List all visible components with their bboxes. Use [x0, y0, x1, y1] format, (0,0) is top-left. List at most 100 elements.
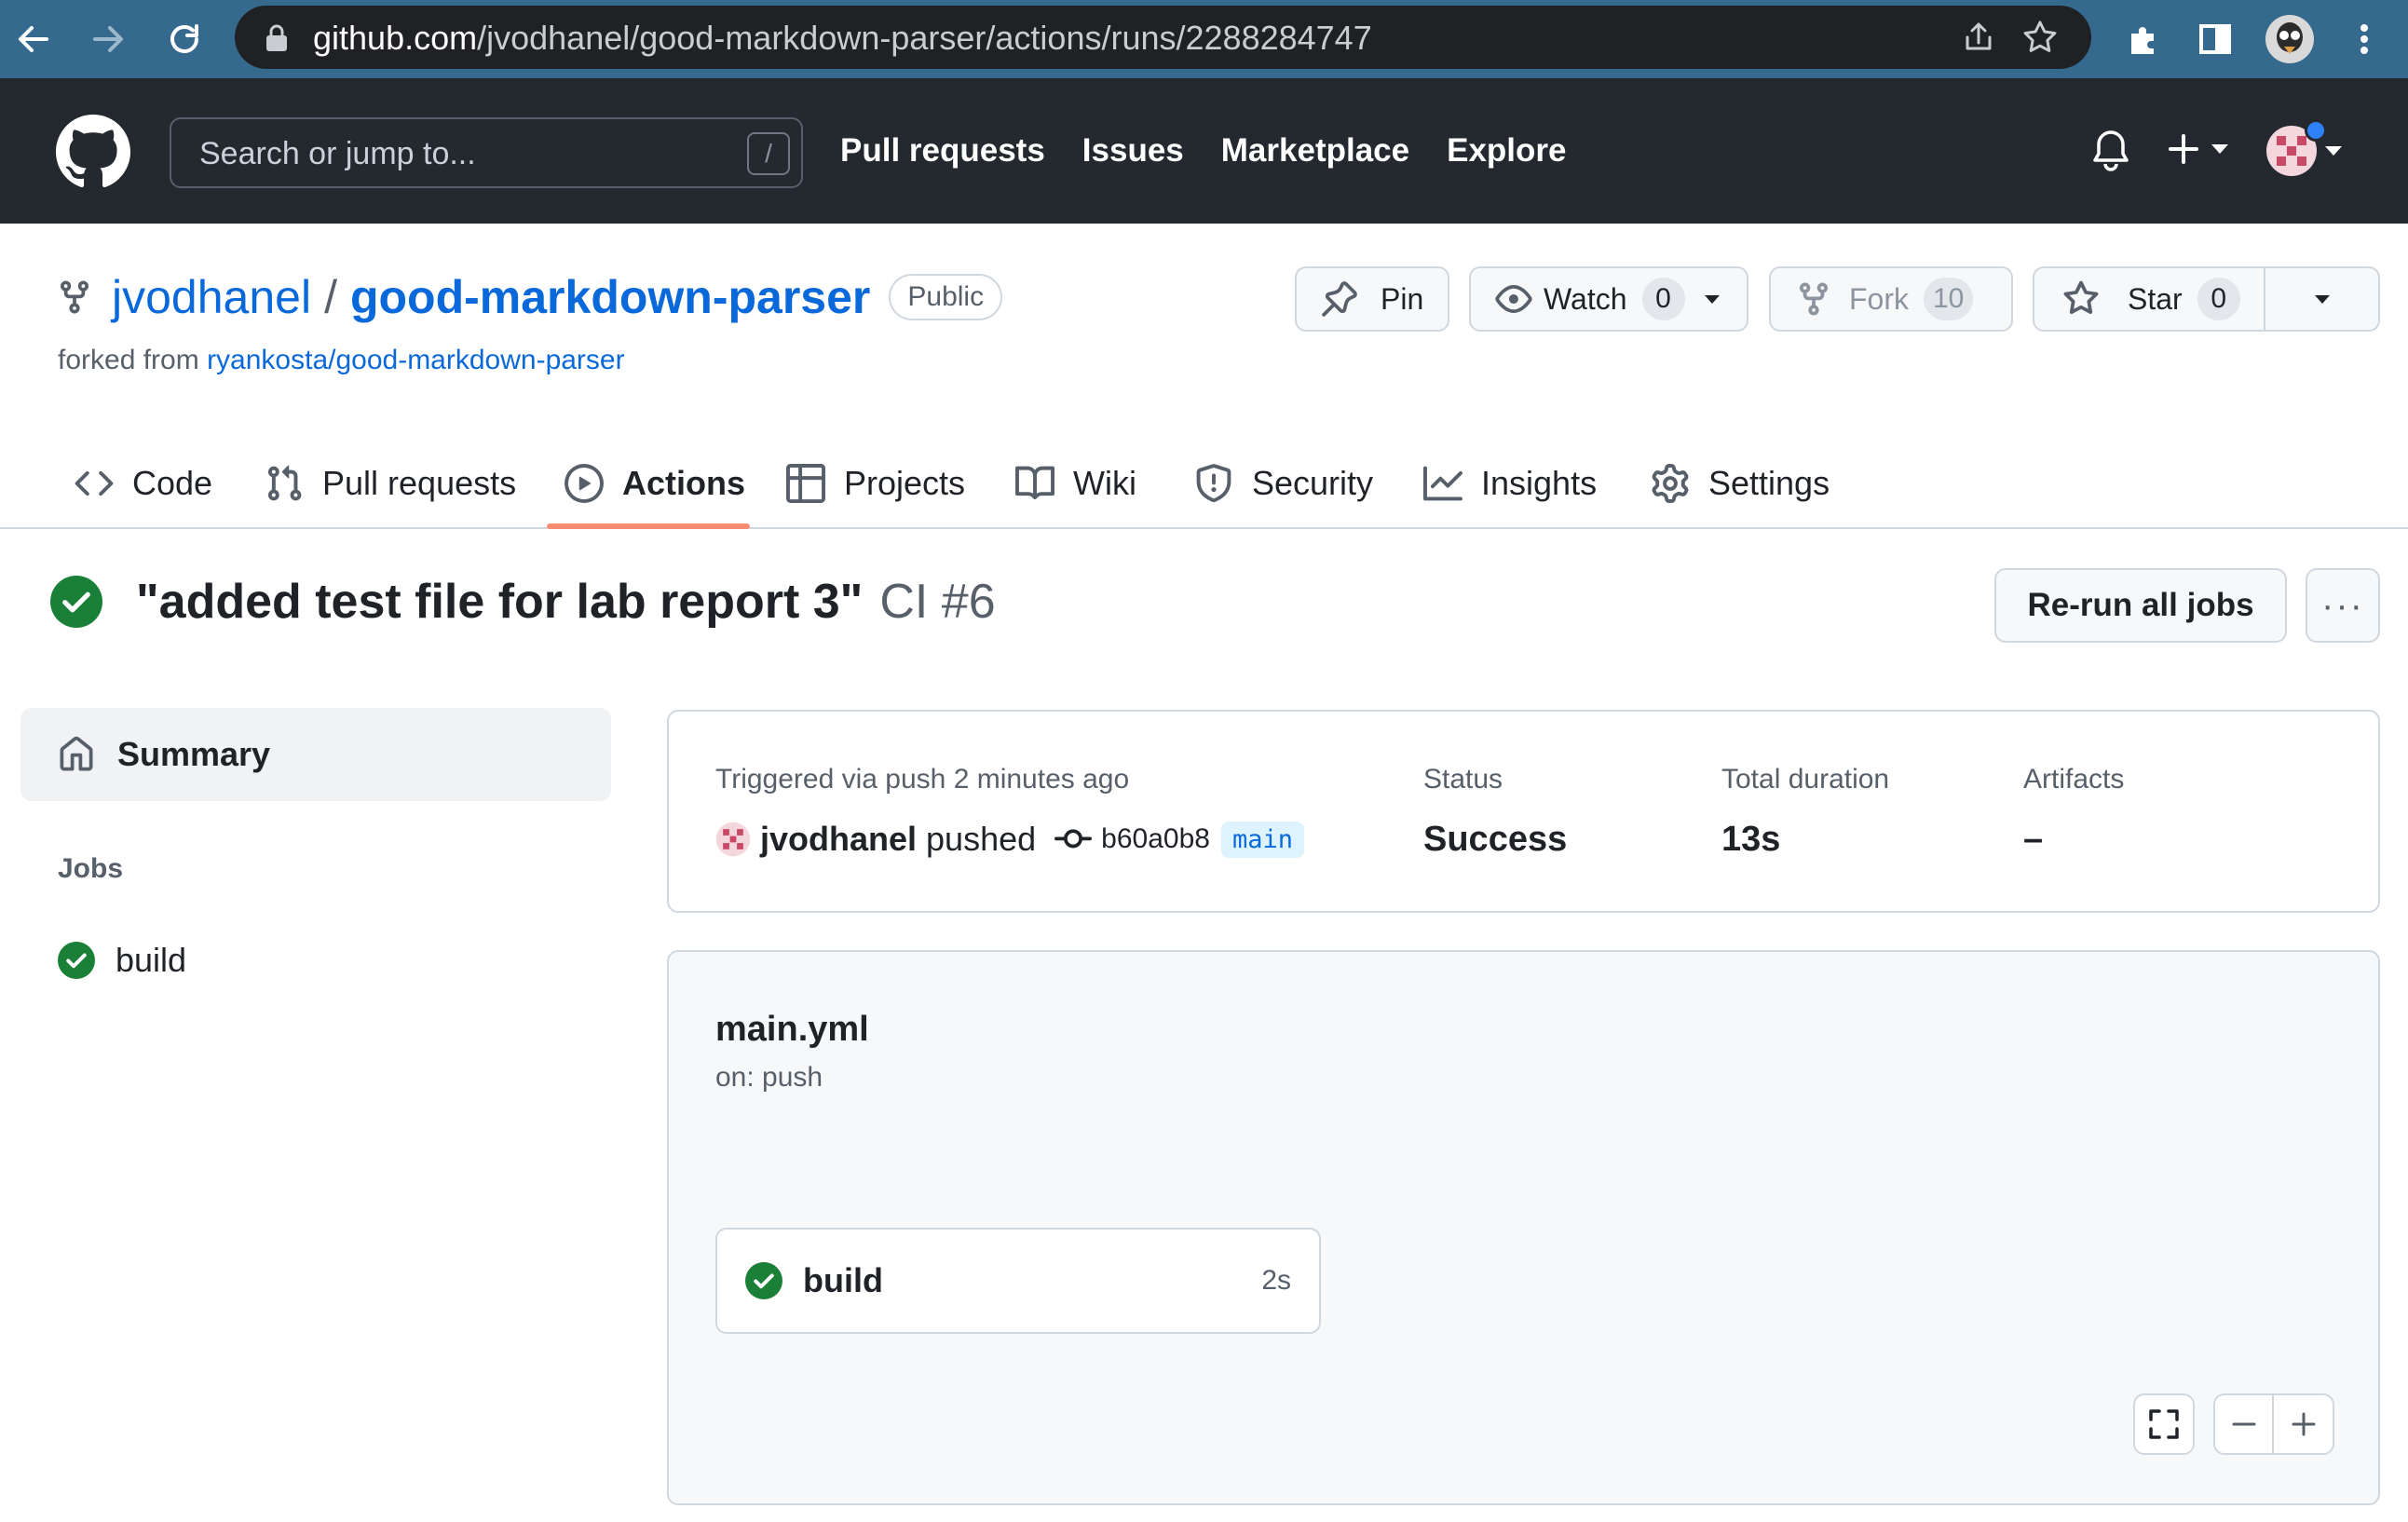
book-icon	[1015, 466, 1054, 500]
star-list-dropdown[interactable]	[2265, 268, 2378, 330]
fork-label: Fork	[1849, 281, 1909, 316]
repo-name-link[interactable]: good-markdown-parser	[350, 270, 870, 324]
forked-from-link[interactable]: ryankosta/good-markdown-parser	[207, 345, 625, 375]
visibility-badge: Public	[889, 274, 1003, 320]
watch-count: 0	[1641, 278, 1685, 320]
repo-path-separator: /	[324, 271, 337, 323]
zoom-out-button[interactable]	[2215, 1395, 2275, 1453]
create-new-menu[interactable]	[2167, 132, 2230, 166]
reload-icon[interactable]	[158, 13, 211, 65]
home-icon	[60, 736, 93, 771]
caret-down-icon	[2314, 295, 2330, 304]
duration-value: 13s	[1721, 820, 1781, 859]
actor-avatar	[715, 822, 751, 857]
shield-icon	[1196, 464, 1231, 503]
graph-job-build[interactable]: build 2s	[715, 1228, 1321, 1334]
fork-button[interactable]: Fork 10	[1769, 266, 2013, 332]
bookmark-star-icon[interactable]	[2021, 19, 2059, 56]
github-header: Search or jump to... / Pull requests Iss…	[0, 78, 2408, 224]
profile-avatar-icon[interactable]	[2264, 13, 2316, 65]
github-logo-icon[interactable]	[56, 115, 130, 189]
back-arrow-icon[interactable]	[7, 13, 60, 65]
url-host: github.com	[313, 19, 478, 57]
nav-marketplace[interactable]: Marketplace	[1221, 132, 1409, 170]
pin-button[interactable]: Pin	[1295, 266, 1449, 332]
side-panel-icon[interactable]	[2189, 13, 2241, 65]
table-icon	[786, 464, 825, 503]
jobs-heading: Jobs	[58, 853, 124, 884]
forked-from-label: forked from	[58, 345, 199, 375]
share-icon[interactable]	[1960, 19, 1997, 56]
nav-issues[interactable]: Issues	[1082, 132, 1184, 170]
sidebar-summary-link[interactable]: Summary	[20, 708, 611, 801]
tab-insights[interactable]: Insights	[1423, 438, 1597, 529]
check-circle-fill-icon	[50, 576, 102, 628]
summary-label: Summary	[117, 735, 271, 773]
workflow-trigger: on: push	[715, 1062, 823, 1093]
nav-explore[interactable]: Explore	[1447, 132, 1566, 170]
tab-security[interactable]: Security	[1194, 438, 1373, 529]
branch-chip[interactable]: main	[1220, 821, 1304, 858]
extensions-icon[interactable]	[2116, 13, 2169, 65]
actor-link[interactable]: jvodhanel	[760, 820, 917, 859]
fork-icon	[1800, 282, 1828, 316]
tab-security-label: Security	[1252, 464, 1374, 502]
repo-tabs: Code Pull requests Actions Projects Wiki…	[0, 438, 2408, 529]
run-workflow-label: CI #6	[879, 575, 996, 629]
repo-title: jvodhanel / good-markdown-parser Public	[56, 270, 1003, 324]
rerun-all-jobs-button[interactable]: Re-run all jobs	[1994, 568, 2287, 643]
nav-pull-requests[interactable]: Pull requests	[840, 132, 1045, 170]
more-options-button[interactable]: ···	[2306, 568, 2380, 643]
sidebar-job-build[interactable]: build	[58, 941, 186, 980]
tab-code-label: Code	[132, 464, 213, 502]
tab-wiki[interactable]: Wiki	[1015, 438, 1136, 529]
notifications-bell-icon[interactable]	[2091, 129, 2130, 173]
user-menu[interactable]	[2265, 119, 2344, 177]
selected-tab-indicator	[547, 523, 750, 529]
pin-icon	[1322, 281, 1357, 317]
search-shortcut-key: /	[747, 132, 790, 175]
trigger-text: Triggered via push 2 minutes ago	[715, 764, 1130, 795]
star-icon	[2063, 280, 2099, 315]
minus-icon	[2232, 1422, 2255, 1426]
commit-sha-link[interactable]: b60a0b8	[1101, 823, 1210, 855]
status-dot	[2305, 119, 2327, 142]
caret-down-icon	[2325, 146, 2342, 156]
tab-actions[interactable]: Actions	[565, 438, 745, 529]
code-icon	[75, 470, 114, 496]
run-title: "added test file for lab report 3"	[136, 575, 864, 629]
check-circle-fill-icon	[745, 1262, 782, 1299]
global-search-input[interactable]: Search or jump to... /	[170, 117, 803, 188]
forward-arrow-icon[interactable]	[82, 13, 134, 65]
caret-down-icon	[2211, 144, 2228, 154]
repo-forked-icon	[61, 280, 88, 314]
zoom-in-button[interactable]	[2274, 1395, 2333, 1453]
tab-projects[interactable]: Projects	[786, 438, 965, 529]
workflow-file-name[interactable]: main.yml	[715, 1010, 869, 1050]
header-nav: Pull requests Issues Marketplace Explore	[840, 132, 1566, 170]
browser-menu-icon[interactable]	[2338, 13, 2390, 65]
watch-button[interactable]: Watch 0	[1469, 266, 1748, 332]
tab-pull-requests[interactable]: Pull requests	[265, 438, 516, 529]
status-value: Success	[1423, 820, 1568, 859]
check-circle-fill-icon	[58, 942, 95, 979]
address-bar[interactable]: github.com/jvodhanel/good-markdown-parse…	[235, 6, 2091, 69]
tab-code[interactable]: Code	[75, 438, 212, 529]
watch-label: Watch	[1544, 281, 1627, 316]
gear-icon	[1652, 464, 1689, 503]
star-button[interactable]: Star 0	[2034, 268, 2265, 330]
artifacts-value: –	[2023, 820, 2044, 859]
lock-icon	[266, 24, 287, 51]
fork-count: 10	[1924, 278, 1974, 320]
repo-owner-link[interactable]: jvodhanel	[112, 270, 311, 324]
fullscreen-button[interactable]	[2133, 1393, 2195, 1455]
git-pull-request-icon	[267, 465, 302, 501]
play-icon	[565, 464, 604, 503]
duration-label: Total duration	[1721, 764, 1890, 795]
tab-settings[interactable]: Settings	[1651, 438, 1830, 529]
tab-wiki-label: Wiki	[1073, 464, 1136, 502]
eye-icon	[1495, 285, 1532, 313]
graph-job-duration: 2s	[1261, 1265, 1291, 1296]
pusher-row: jvodhanel pushed b60a0b8 main	[715, 820, 1304, 859]
push-verb: pushed	[926, 820, 1037, 858]
